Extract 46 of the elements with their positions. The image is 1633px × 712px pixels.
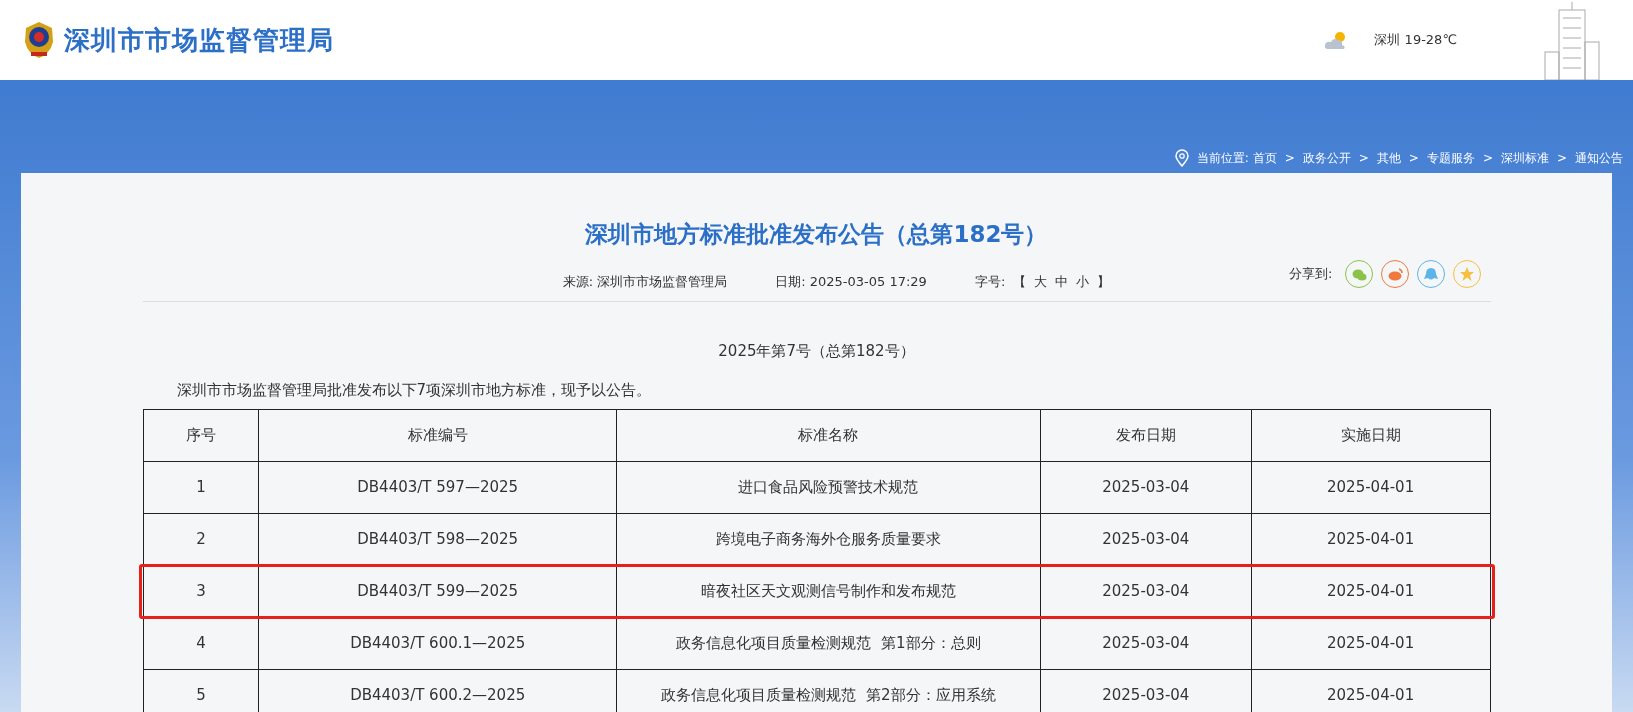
font-size-option[interactable]: 小: [1076, 271, 1090, 291]
breadcrumb-link[interactable]: 政务公开: [1302, 149, 1351, 167]
breadcrumb-separator: >: [1408, 150, 1419, 167]
emblem-logo: [22, 20, 56, 60]
table-cell: 1: [143, 461, 259, 514]
table-cell: 3: [143, 565, 259, 618]
table-cell: DB4403/T 597—2025: [258, 461, 617, 514]
breadcrumb-link[interactable]: 其他: [1376, 149, 1401, 167]
table-cell: 2: [143, 513, 259, 566]
breadcrumb-separator: >: [1358, 150, 1369, 167]
table-cell: 进口食品风险预警技术规范: [616, 461, 1041, 514]
bracket-text: 【: [1013, 272, 1027, 291]
breadcrumb-link[interactable]: 深圳标准: [1500, 149, 1549, 167]
column-header: 实施日期: [1251, 409, 1490, 462]
table-cell: 2025-04-01: [1251, 617, 1490, 670]
table-cell: DB4403/T 600.1—2025: [258, 617, 617, 670]
table-cell: 4: [143, 617, 259, 670]
breadcrumb-separator: >: [1284, 150, 1295, 167]
breadcrumb-link[interactable]: 通知公告: [1575, 149, 1623, 167]
column-header: 发布日期: [1040, 409, 1252, 462]
font-size-label: 字号:: [974, 272, 1006, 291]
breadcrumb-label: 当前位置:: [1196, 150, 1249, 167]
meta-text: 日期: 2025-03-05 17:29: [775, 272, 927, 291]
breadcrumb-link[interactable]: 首页: [1252, 149, 1277, 167]
share-label: 分享到:: [1289, 264, 1333, 283]
column-header: 标准编号: [258, 409, 617, 462]
breadcrumb-link[interactable]: 专题服务: [1426, 149, 1475, 167]
breadcrumb-separator: >: [1482, 150, 1493, 167]
location-pin-icon: [1174, 149, 1189, 167]
column-header: 序号: [143, 409, 259, 462]
table-cell: 2025-03-04: [1040, 617, 1252, 670]
column-header: 标准名称: [616, 409, 1041, 462]
site-title[interactable]: 深圳市市场监督管理局: [64, 20, 334, 60]
table-cell: 2025-04-01: [1251, 461, 1490, 514]
issue-number: 2025年第7号（总第182号）: [718, 342, 915, 360]
table-cell: 5: [143, 669, 259, 712]
table-cell: 政务信息化项目质量检测规范 第1部分：总则: [616, 617, 1041, 670]
table-cell: 2025-03-04: [1040, 461, 1252, 514]
article-title: 深圳市地方标准批准发布公告（总第182号）: [585, 221, 1048, 247]
meta-text: 来源: 深圳市市场监督管理局: [562, 272, 728, 291]
font-size-option[interactable]: 中: [1055, 271, 1069, 291]
bracket-text: 】: [1097, 272, 1111, 291]
intro-text: 深圳市市场监督管理局批准发布以下7项深圳市地方标准，现予以公告。: [176, 380, 652, 399]
font-size-option[interactable]: 大: [1034, 271, 1048, 291]
weather-text: 深圳 19-28℃: [1374, 31, 1457, 50]
breadcrumb-separator: >: [1556, 150, 1567, 167]
